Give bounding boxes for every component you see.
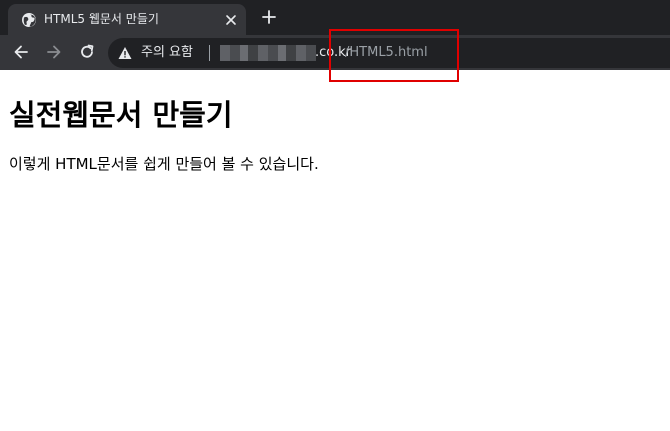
tab-title: HTML5 웹문서 만들기 xyxy=(44,12,159,26)
page-paragraph: 이렇게 HTML문서를 쉽게 만들어 볼 수 있습니다. xyxy=(9,155,319,173)
arrow-left-icon[interactable] xyxy=(12,43,30,61)
reload-icon[interactable] xyxy=(78,43,96,61)
warning-triangle-icon[interactable] xyxy=(118,46,132,60)
browser-tab[interactable]: HTML5 웹문서 만들기 xyxy=(8,4,246,35)
url-divider xyxy=(209,45,210,61)
arrow-right-icon[interactable] xyxy=(45,43,63,61)
page-heading: 실전웹문서 만들기 xyxy=(9,98,233,132)
security-status-label[interactable]: 주의 요함 xyxy=(141,44,193,62)
blurred-domain xyxy=(220,45,316,61)
globe-icon xyxy=(22,13,36,27)
plus-icon[interactable] xyxy=(260,8,278,26)
close-icon[interactable] xyxy=(224,13,238,27)
page-content: 실전웹문서 만들기 이렇게 HTML문서를 쉽게 만들어 볼 수 있습니다. xyxy=(9,70,659,175)
